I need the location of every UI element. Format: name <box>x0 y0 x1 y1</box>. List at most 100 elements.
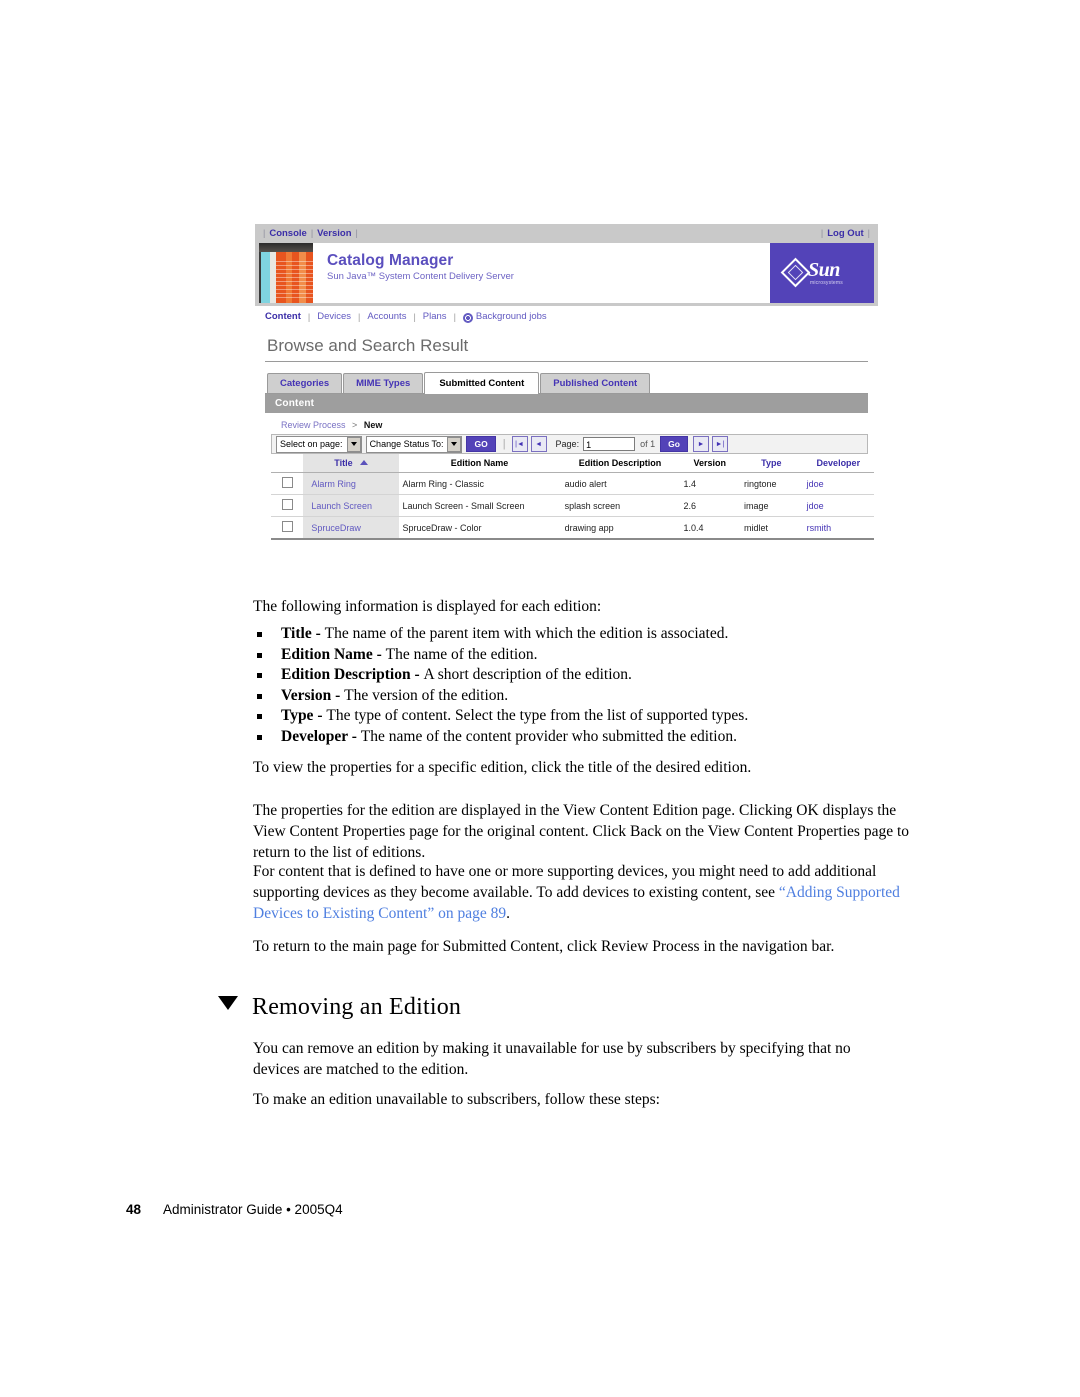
page-title: Browse and Search Result <box>265 328 868 362</box>
bookshelf-banner-image <box>259 243 313 303</box>
bullet-term: Title - <box>281 625 325 642</box>
cell-edition-description: splash screen <box>560 494 680 517</box>
bullet-text: The name of the content provider who sub… <box>360 727 737 745</box>
bullet-text: The version of the edition. <box>344 686 509 704</box>
tab-categories[interactable]: Categories <box>267 373 343 393</box>
cell-developer: jdoe <box>802 472 874 495</box>
nav-item-background-jobs[interactable]: Background jobs <box>476 311 547 322</box>
cell-type: image <box>739 494 803 517</box>
column-header-title[interactable]: Title <box>303 454 399 473</box>
separator: | <box>820 228 824 238</box>
application-banner: Catalog Manager Sun Java™ System Content… <box>255 243 878 305</box>
next-page-button[interactable]: ► <box>692 436 709 452</box>
sun-diamond-icon <box>780 257 811 288</box>
cell-version: 1.4 <box>679 472 740 495</box>
screenshot-body: Browse and Search Result Categories MIME… <box>255 328 878 550</box>
intro-paragraph: The following information is displayed f… <box>253 598 602 615</box>
page-number-input[interactable]: 1 <box>583 437 636 451</box>
cell-title: Alarm Ring <box>303 472 399 495</box>
developer-link[interactable]: jdoe <box>807 479 824 489</box>
nav-item-content[interactable]: Content <box>265 311 301 322</box>
breadcrumb-review-process[interactable]: Review Process <box>281 420 346 430</box>
list-item: Version - The version of the edition. <box>253 686 913 707</box>
cell-version: 1.0.4 <box>679 516 740 540</box>
title-link[interactable]: Alarm Ring <box>311 479 356 489</box>
tab-mime-types[interactable]: MIME Types <box>343 373 424 393</box>
console-link[interactable]: Console <box>269 229 306 239</box>
nav-item-accounts[interactable]: Accounts <box>367 311 406 322</box>
log-out-link[interactable]: Log Out <box>827 229 863 239</box>
developer-link[interactable]: rsmith <box>807 523 832 533</box>
application-subtitle: Sun Java™ System Content Delivery Server <box>327 271 514 282</box>
tab-filler <box>651 392 868 393</box>
separator: | <box>358 311 361 322</box>
section-heading-removing-an-edition: Removing an Edition <box>218 994 461 1021</box>
bullet-text: The name of the parent item with which t… <box>324 625 729 642</box>
column-header-type[interactable]: Type <box>739 454 803 473</box>
separator: | <box>453 311 456 322</box>
row-checkbox[interactable] <box>281 499 293 510</box>
nav-item-plans[interactable]: Plans <box>423 311 447 322</box>
page-go-button[interactable]: Go <box>660 436 688 452</box>
row-checkbox-cell[interactable] <box>271 472 304 495</box>
bullet-text: A short description of the edition. <box>423 666 632 683</box>
sort-ascending-icon <box>359 460 368 465</box>
cell-title: SpruceDraw <box>303 516 399 540</box>
list-item: Edition Description - A short descriptio… <box>253 665 913 686</box>
footer-page-number: 48 <box>126 1202 142 1217</box>
nav-item-devices[interactable]: Devices <box>317 311 351 322</box>
row-checkbox-cell[interactable] <box>271 494 304 517</box>
separator: | <box>310 228 314 238</box>
cell-edition-name: Launch Screen - Small Screen <box>398 494 561 517</box>
footer-text: Administrator Guide • 2005Q4 <box>163 1202 343 1217</box>
cell-version: 2.6 <box>679 494 740 517</box>
bullet-term: Edition Name - <box>281 645 386 663</box>
separator: | <box>307 311 311 322</box>
table-toolbar: Select on page: Change Status To: GO | |… <box>271 434 868 454</box>
separator: | <box>502 438 506 450</box>
bullet-text: The type of content. Select the type fro… <box>326 707 749 724</box>
last-page-button[interactable]: ►| <box>711 436 728 452</box>
list-item: Developer - The name of the content prov… <box>253 727 913 748</box>
row-checkbox[interactable] <box>281 521 293 532</box>
list-item: Edition Name - The name of the edition. <box>253 645 913 666</box>
screenshot-top-bar: | Console | Version | | Log Out | <box>255 224 878 243</box>
first-page-button[interactable]: |◄ <box>511 436 528 452</box>
edition-fields-list: Title - The name of the parent item with… <box>253 624 913 747</box>
breadcrumb-current: New <box>363 420 383 430</box>
breadcrumb: Review Process > New <box>265 413 868 434</box>
version-link[interactable]: Version <box>317 229 351 239</box>
paragraph-steps-intro: To make an edition unavailable to subscr… <box>253 1091 660 1108</box>
previous-page-button[interactable]: ◄ <box>530 436 547 452</box>
title-link[interactable]: Launch Screen <box>311 501 372 511</box>
primary-navigation-bar: Content | Devices | Accounts | Plans | B… <box>255 305 878 328</box>
column-header-edition-description[interactable]: Edition Description <box>560 454 680 473</box>
separator: | <box>355 228 358 238</box>
tab-published-content[interactable]: Published Content <box>540 373 651 393</box>
cell-developer: rsmith <box>802 516 874 540</box>
page-total-label: of 1 <box>640 439 656 449</box>
page-label: Page: <box>555 439 580 449</box>
row-checkbox[interactable] <box>281 477 293 488</box>
column-header-version[interactable]: Version <box>679 454 740 473</box>
row-checkbox-cell[interactable] <box>271 516 304 540</box>
separator: | <box>867 228 870 238</box>
cell-edition-name: SpruceDraw - Color <box>398 516 561 540</box>
banner-title-area: Catalog Manager Sun Java™ System Content… <box>313 243 770 303</box>
tab-submitted-content[interactable]: Submitted Content <box>424 372 540 394</box>
change-status-to-dropdown[interactable]: Change Status To: <box>365 435 463 453</box>
bullet-term: Edition Description - <box>281 666 424 683</box>
column-header-edition-name[interactable]: Edition Name <box>398 454 561 473</box>
column-header-developer[interactable]: Developer <box>802 454 874 473</box>
title-link[interactable]: SpruceDraw <box>311 523 361 533</box>
application-title: Catalog Manager <box>327 252 454 269</box>
section-heading-label: Removing an Edition <box>252 994 462 1020</box>
paragraph-text-after-link: . <box>506 905 510 922</box>
select-on-page-dropdown[interactable]: Select on page: <box>276 435 362 453</box>
table-row: Launch Screen Launch Screen - Small Scre… <box>271 494 874 517</box>
paragraph-view-properties: To view the properties for a specific ed… <box>253 759 752 776</box>
table-row: SpruceDraw SpruceDraw - Color drawing ap… <box>271 516 874 540</box>
sun-wordmark: Sun <box>808 259 840 281</box>
go-button[interactable]: GO <box>466 436 496 452</box>
developer-link[interactable]: jdoe <box>807 501 824 511</box>
